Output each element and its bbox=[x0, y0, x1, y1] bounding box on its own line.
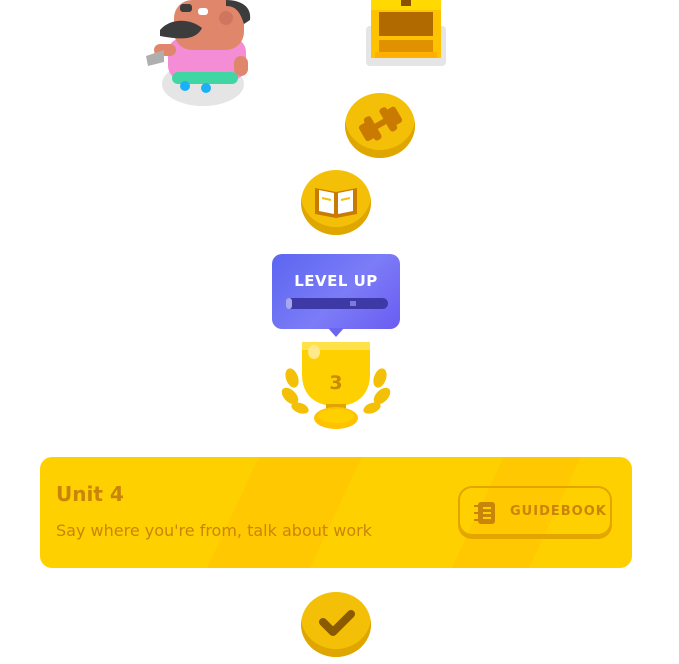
unit-banner: Unit 4 Say where you're from, talk about… bbox=[40, 457, 632, 568]
treasure-chest-icon bbox=[366, 0, 446, 66]
character-figure bbox=[146, 0, 251, 93]
guidebook-button[interactable]: GUIDEBOOK bbox=[458, 486, 612, 536]
level-up-progress-marker bbox=[350, 301, 356, 306]
dumbbell-icon bbox=[358, 106, 403, 142]
character-illustration bbox=[140, 0, 255, 110]
book-icon bbox=[315, 188, 357, 218]
guidebook-icon bbox=[474, 502, 495, 524]
treasure-chest[interactable] bbox=[365, 0, 447, 68]
trophy-level-number: 3 bbox=[329, 372, 343, 394]
guidebook-label: GUIDEBOOK bbox=[510, 504, 607, 519]
unit-description: Say where you're from, talk about work bbox=[56, 521, 372, 540]
dumbbell-practice-node[interactable] bbox=[345, 93, 415, 158]
level-up-progress-fill bbox=[286, 298, 292, 309]
level-up-label: LEVEL UP bbox=[294, 272, 378, 290]
story-node[interactable] bbox=[301, 170, 371, 235]
level-up-tooltip: LEVEL UP bbox=[272, 254, 400, 337]
unit-title: Unit 4 bbox=[56, 482, 124, 506]
level-up-progress-bar bbox=[286, 298, 388, 309]
completed-lesson-node[interactable] bbox=[301, 592, 371, 657]
checkmark-icon bbox=[319, 610, 355, 636]
trophy-node[interactable]: 3 bbox=[280, 338, 392, 430]
